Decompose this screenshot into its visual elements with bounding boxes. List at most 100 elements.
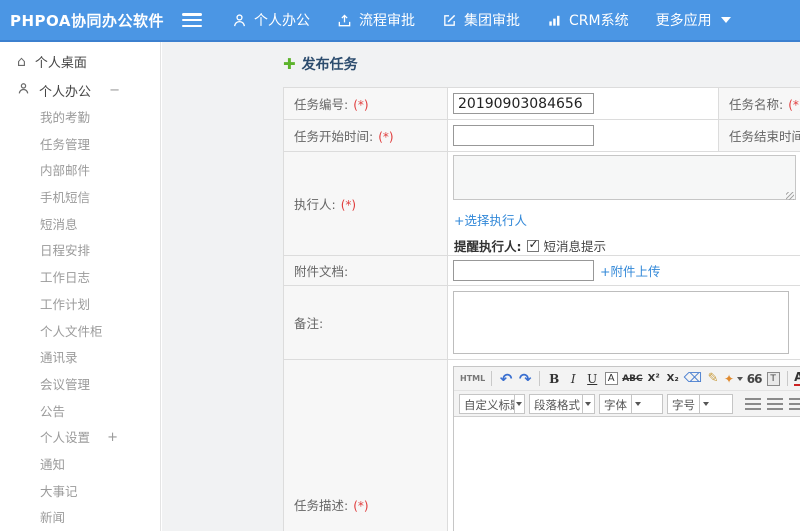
sidebar-item-schedule[interactable]: 日程安排 (0, 238, 160, 265)
collapse-minus-icon[interactable]: − (109, 83, 120, 98)
superscript-button[interactable]: X² (645, 370, 663, 388)
align-left-icon[interactable] (745, 397, 761, 410)
field-label: 执行人: (294, 197, 336, 212)
sidebar: ⌂ 个人桌面 个人办公 − 我的考勤 任务管理 内部邮件 手机短信 短消息 日程… (0, 42, 161, 531)
eraser-icon[interactable]: ⌫ (683, 370, 703, 388)
sidebar-subitem-label: 短消息 (40, 216, 78, 232)
task-number-cell (447, 87, 719, 120)
field-label: 任务描述: (294, 498, 349, 513)
required-mark: (*) (378, 130, 394, 144)
attachment-cell: +附件上传 (447, 255, 800, 286)
toolbar-separator (539, 371, 541, 386)
font-color-button[interactable]: A (793, 370, 800, 388)
magic-wand-button[interactable]: ✦ (723, 370, 744, 388)
nav-crm-system[interactable]: CRM系统 (547, 10, 629, 30)
subscript-button[interactable]: X₂ (664, 370, 682, 388)
sidebar-item-short-message[interactable]: 短消息 (0, 212, 160, 239)
attachment-input[interactable] (453, 260, 594, 281)
sidebar-subitem-label: 工作日志 (40, 270, 91, 286)
bold-button[interactable]: B (545, 370, 563, 388)
crm-chart-icon (547, 13, 562, 28)
strikethrough-button[interactable]: ABC (621, 370, 643, 388)
expand-plus-icon[interactable]: + (107, 425, 118, 452)
sidebar-item-personal-settings[interactable]: 个人设置 + (0, 425, 160, 452)
sidebar-item-announcement[interactable]: 公告 (0, 399, 160, 426)
start-time-label-cell: 任务开始时间: (*) (283, 119, 448, 152)
dropdown-label: 字体 (604, 397, 627, 412)
sidebar-item-news[interactable]: 新闻 (0, 505, 160, 531)
font-color-a-icon: A (794, 370, 800, 387)
sidebar-item-work-log[interactable]: 工作日志 (0, 265, 160, 292)
sidebar-subitem-label: 手机短信 (40, 190, 91, 206)
task-number-input[interactable] (453, 93, 594, 115)
format-brush-icon[interactable]: ✎ (704, 370, 722, 388)
process-approval-icon (337, 13, 352, 28)
description-editor-area[interactable] (454, 417, 800, 531)
sidebar-item-personal-desktop[interactable]: ⌂ 个人桌面 (0, 47, 160, 76)
publish-task-form: 任务编号:(*) 任务名称:(*) 任务开始时间:(*) 任务结束时 (283, 87, 800, 531)
required-mark: (*) (353, 499, 369, 513)
dropdown-arrow-icon (631, 394, 644, 413)
resize-grip-icon[interactable] (786, 192, 794, 200)
nav-personal-office[interactable]: 个人办公 (232, 10, 310, 30)
redo-icon[interactable]: ↷ (516, 370, 534, 388)
required-mark: (*) (340, 198, 357, 212)
rich-text-editor: HTML ↶ ↷ B I U A ABC X² X₂ ⌫ ✎ ✦ 66 T A … (453, 366, 800, 531)
font-family-dropdown[interactable]: 字体 (599, 393, 663, 414)
sidebar-item-personal-files[interactable]: 个人文件柜 (0, 319, 160, 346)
nav-label: 个人办公 (254, 13, 310, 29)
remark-cell (447, 285, 800, 360)
magic-wand-icon: ✦ (724, 371, 735, 386)
caret-down-icon (720, 17, 731, 23)
executor-textarea[interactable] (453, 155, 796, 200)
sidebar-item-memorabilia[interactable]: 大事记 (0, 479, 160, 506)
sidebar-subitem-label: 个人设置 (40, 430, 91, 446)
group-approval-icon (442, 13, 457, 28)
sidebar-item-notification[interactable]: 通知 (0, 452, 160, 479)
nav-process-approval[interactable]: 流程审批 (337, 10, 415, 30)
paragraph-format-dropdown[interactable]: 段落格式 (529, 393, 595, 414)
underline-button[interactable]: U (583, 370, 601, 388)
choose-executor-link[interactable]: +选择执行人 (454, 210, 527, 229)
align-center-icon[interactable] (767, 397, 783, 410)
font-size-dropdown[interactable]: 字号 (667, 393, 733, 414)
sidebar-subitem-label: 会议管理 (40, 376, 91, 392)
user-icon (232, 13, 247, 28)
sidebar-item-work-plan[interactable]: 工作计划 (0, 292, 160, 319)
align-right-icon[interactable] (789, 397, 800, 410)
undo-icon[interactable]: ↶ (497, 370, 515, 388)
app-window: PHPOA协同办公软件 个人办公 流程审批 集团审批 CRM系统 更多应用 ⌂ … (0, 0, 800, 531)
nav-more-apps[interactable]: 更多应用 (656, 10, 731, 30)
end-time-label-cell: 任务结束时间:(*) (718, 119, 800, 152)
remark-textarea[interactable] (453, 291, 789, 354)
sidebar-item-contacts[interactable]: 通讯录 (0, 345, 160, 372)
hamburger-menu-icon[interactable] (182, 13, 202, 27)
sidebar-subitem-label: 日程安排 (40, 243, 91, 259)
attachment-upload-link[interactable]: +附件上传 (600, 261, 660, 280)
sidebar-item-meeting-management[interactable]: 会议管理 (0, 372, 160, 399)
char-border-button[interactable]: A (604, 372, 618, 385)
start-time-cell (447, 119, 719, 152)
remind-executor-label: 提醒执行人: (454, 239, 522, 254)
sidebar-item-task-management[interactable]: 任务管理 (0, 132, 160, 159)
paste-icon[interactable]: T (766, 371, 780, 386)
toolbar-separator (491, 371, 493, 386)
sidebar-subitem-label: 公告 (40, 403, 66, 419)
sidebar-subitem-label: 大事记 (40, 483, 78, 499)
sidebar-subitem-label: 新闻 (40, 510, 66, 526)
dropdown-label: 字号 (672, 397, 695, 412)
italic-button[interactable]: I (564, 370, 582, 388)
sidebar-item-my-attendance[interactable]: 我的考勤 (0, 105, 160, 132)
sidebar-item-mobile-sms[interactable]: 手机短信 (0, 185, 160, 212)
nav-label: 集团审批 (464, 13, 520, 29)
nav-group-approval[interactable]: 集团审批 (442, 10, 520, 30)
html-source-button[interactable]: HTML (459, 370, 486, 388)
start-time-input[interactable] (453, 125, 594, 147)
nav-label: 流程审批 (359, 13, 415, 29)
custom-title-dropdown[interactable]: 自定义标题 (459, 393, 525, 414)
sms-remind-checkbox[interactable]: ✓ (526, 237, 539, 252)
required-mark: (*) (788, 98, 800, 112)
blockquote-button[interactable]: 66 (745, 370, 763, 388)
sidebar-item-internal-mail[interactable]: 内部邮件 (0, 158, 160, 185)
sidebar-item-personal-office[interactable]: 个人办公 − (0, 76, 160, 105)
